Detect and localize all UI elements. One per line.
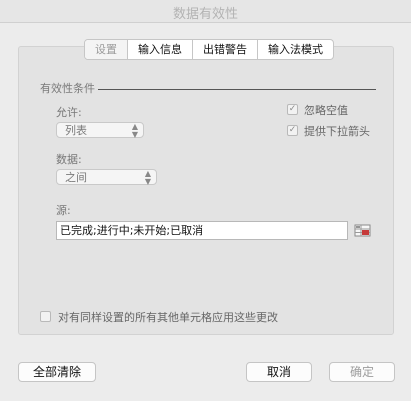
up-down-chevron-icon: ▲ ▼ xyxy=(131,122,138,139)
clear-all-button[interactable]: 全部清除 xyxy=(18,362,96,382)
allow-select-value: 列表 xyxy=(65,124,87,137)
ok-button[interactable]: 确定 xyxy=(329,362,395,382)
tab-bar: 设置 输入信息 出错警告 输入法模式 xyxy=(84,39,334,60)
data-select[interactable]: 之间 ▲ ▼ xyxy=(56,169,157,186)
data-select-value: 之间 xyxy=(65,171,87,184)
ignore-blank-label: 忽略空值 xyxy=(304,104,348,117)
section-divider xyxy=(98,89,376,90)
checkmark-icon: ✓ xyxy=(288,125,297,135)
section-title: 有效性条件 xyxy=(40,82,95,95)
allow-label: 允许: xyxy=(56,106,82,119)
tab-input-message[interactable]: 输入信息 xyxy=(128,40,193,59)
tab-error-alert[interactable]: 出错警告 xyxy=(193,40,258,59)
tab-settings[interactable]: 设置 xyxy=(85,40,128,59)
dropdown-arrow-checkbox[interactable]: ✓ xyxy=(287,125,298,136)
range-select-icon[interactable] xyxy=(353,221,372,240)
allow-select[interactable]: 列表 ▲ ▼ xyxy=(56,122,144,139)
data-label: 数据: xyxy=(56,153,82,166)
dropdown-arrow-label: 提供下拉箭头 xyxy=(304,125,370,138)
title-bar: 数据有效性 xyxy=(0,0,411,23)
tab-ime-mode[interactable]: 输入法模式 xyxy=(258,40,333,59)
up-down-chevron-icon: ▲ ▼ xyxy=(144,169,151,186)
checkmark-icon: ✓ xyxy=(288,104,297,114)
source-label: 源: xyxy=(56,204,71,217)
source-input[interactable]: 已完成;进行中;未开始;已取消 xyxy=(56,221,348,240)
apply-all-checkbox[interactable] xyxy=(40,311,51,322)
apply-all-label: 对有同样设置的所有其他单元格应用这些更改 xyxy=(58,311,278,324)
cancel-button[interactable]: 取消 xyxy=(246,362,312,382)
window-title: 数据有效性 xyxy=(172,7,238,22)
ignore-blank-checkbox[interactable]: ✓ xyxy=(287,104,298,115)
